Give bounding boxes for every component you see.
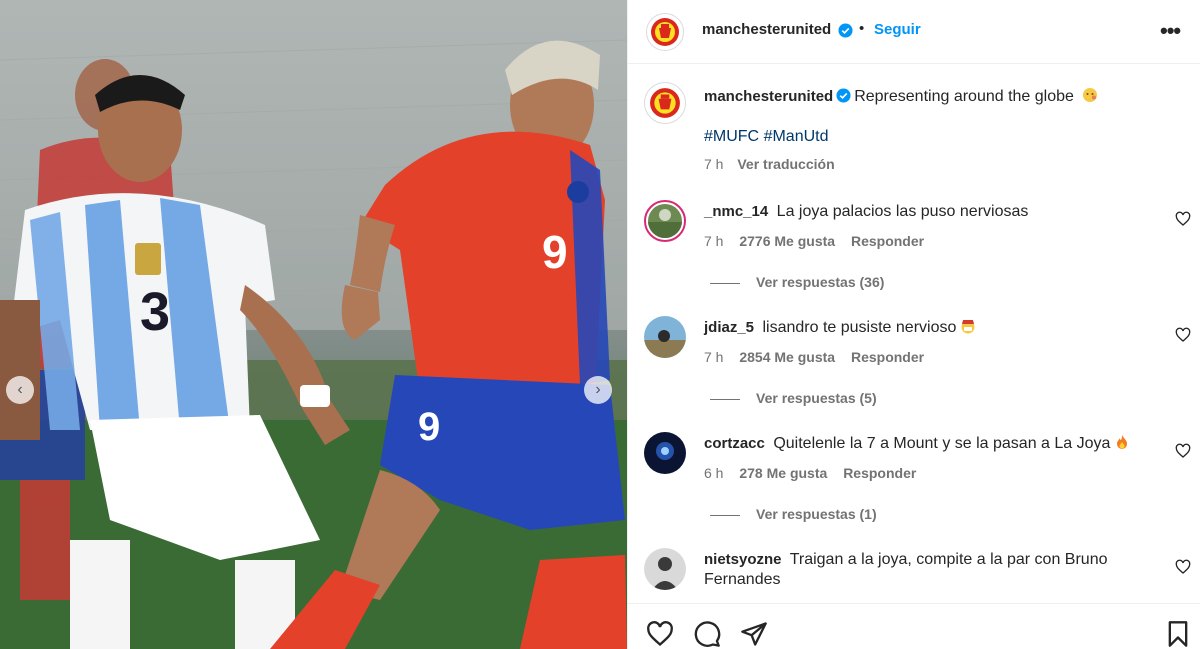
- commenter-avatar[interactable]: [644, 548, 686, 590]
- commenter-username[interactable]: nietsyozne: [704, 551, 782, 568]
- reply-button[interactable]: Responder: [851, 233, 924, 249]
- caption-username[interactable]: manchesterunited: [704, 88, 833, 105]
- comment-icon[interactable]: [693, 620, 721, 648]
- post-caption: manchesterunited Representing around the…: [704, 87, 1174, 107]
- comment-meta: 7 h 2854 Me gusta Responder: [704, 349, 936, 365]
- view-replies-button[interactable]: Ver respuestas (1): [710, 506, 877, 522]
- manchester-united-crest-icon: [650, 88, 680, 118]
- comment-text: La joya palacios las puso nerviosas: [776, 203, 1029, 220]
- comment-like-heart-icon[interactable]: [1175, 327, 1191, 343]
- comment-time: 7 h: [704, 233, 724, 249]
- reply-button[interactable]: Responder: [851, 349, 924, 365]
- caption-meta: 7 h Ver traducción: [704, 156, 835, 172]
- see-translation-link[interactable]: Ver traducción: [737, 156, 834, 172]
- heart-icon[interactable]: [646, 620, 674, 648]
- comment-time: 7 h: [704, 349, 724, 365]
- post-media[interactable]: 3 9 9 ‹ ›: [0, 0, 627, 649]
- reply-button[interactable]: Responder: [843, 465, 916, 481]
- mask-emoji-icon: [961, 320, 975, 334]
- face-emoji-icon: [1083, 88, 1098, 102]
- commenter-avatar[interactable]: [644, 316, 686, 358]
- post-details-panel: manchesterunited • Seguir ••• manchester…: [627, 0, 1200, 649]
- avatar-image: [644, 548, 686, 590]
- comment-body: cortzacc Quitelenle la 7 a Mount y se la…: [704, 434, 1154, 454]
- separator-dot: •: [859, 20, 865, 37]
- commenter-username[interactable]: _nmc_14: [704, 203, 768, 220]
- view-replies-label: Ver respuestas (1): [756, 506, 877, 522]
- comment-body: jdiaz_5 lisandro te pusiste nervioso: [704, 318, 1154, 338]
- post-header: manchesterunited • Seguir •••: [628, 0, 1200, 64]
- replies-divider-line: [710, 282, 740, 284]
- commenter-avatar[interactable]: [644, 432, 686, 474]
- next-photo-button[interactable]: ›: [584, 376, 612, 404]
- comment-meta: 7 h 2776 Me gusta Responder: [704, 233, 936, 249]
- caption-author-avatar[interactable]: [644, 82, 686, 124]
- caption-text: Representing around the globe: [854, 88, 1074, 105]
- replies-divider-line: [710, 514, 740, 516]
- comment-text: Quitelenle la 7 a Mount y se la pasan a …: [773, 435, 1111, 452]
- verified-badge-icon: [836, 88, 851, 103]
- comment-text: lisandro te pusiste nervioso: [762, 319, 957, 336]
- previous-photo-button[interactable]: ‹: [6, 376, 34, 404]
- comment-like-heart-icon[interactable]: [1175, 443, 1191, 459]
- comment-body: _nmc_14 La joya palacios las puso nervio…: [704, 202, 1154, 222]
- caption-time: 7 h: [704, 156, 724, 172]
- comment-body: nietsyozne Traigan a la joya, compite a …: [704, 550, 1154, 590]
- replies-divider-line: [710, 398, 740, 400]
- post-action-bar: [628, 603, 1200, 649]
- view-replies-button[interactable]: Ver respuestas (5): [710, 390, 877, 406]
- comment-likes[interactable]: 2776 Me gusta: [739, 233, 835, 249]
- avatar-image: [644, 432, 686, 474]
- view-replies-label: Ver respuestas (36): [756, 274, 885, 290]
- commenter-avatar[interactable]: [644, 200, 686, 242]
- author-avatar[interactable]: [646, 13, 684, 51]
- caption-hashtags: #MUFC #ManUtd: [704, 128, 828, 146]
- hashtag-link[interactable]: #MUFC: [704, 128, 759, 145]
- commenter-username[interactable]: jdiaz_5: [704, 319, 754, 336]
- fire-emoji-icon: [1117, 435, 1128, 449]
- verified-badge-icon: [838, 23, 853, 38]
- avatar-image: [644, 316, 686, 358]
- follow-button[interactable]: Seguir: [874, 21, 921, 38]
- view-replies-label: Ver respuestas (5): [756, 390, 877, 406]
- avatar-image: [648, 204, 682, 238]
- comment-like-heart-icon[interactable]: [1175, 211, 1191, 227]
- argentina-shirt-number: 3: [140, 282, 170, 342]
- view-replies-button[interactable]: Ver respuestas (36): [710, 274, 884, 290]
- comment-like-heart-icon[interactable]: [1175, 559, 1191, 575]
- bookmark-icon[interactable]: [1164, 620, 1192, 648]
- post-photo: 3 9 9: [0, 0, 627, 649]
- comment-time: 6 h: [704, 465, 724, 481]
- chevron-right-icon: ›: [595, 381, 601, 398]
- comment-likes[interactable]: 278 Me gusta: [739, 465, 827, 481]
- commenter-username[interactable]: cortzacc: [704, 435, 765, 452]
- share-icon[interactable]: [740, 620, 768, 648]
- comment-likes[interactable]: 2854 Me gusta: [739, 349, 835, 365]
- hashtag-link[interactable]: #ManUtd: [764, 128, 829, 145]
- comment-meta: 6 h 278 Me gusta Responder: [704, 465, 928, 481]
- chevron-left-icon: ‹: [17, 381, 23, 398]
- chile-shorts-number: 9: [418, 405, 440, 449]
- author-username[interactable]: manchesterunited: [702, 21, 831, 38]
- manchester-united-crest-icon: [651, 18, 679, 46]
- chile-shirt-number: 9: [542, 226, 568, 278]
- more-options-button[interactable]: •••: [1160, 18, 1181, 44]
